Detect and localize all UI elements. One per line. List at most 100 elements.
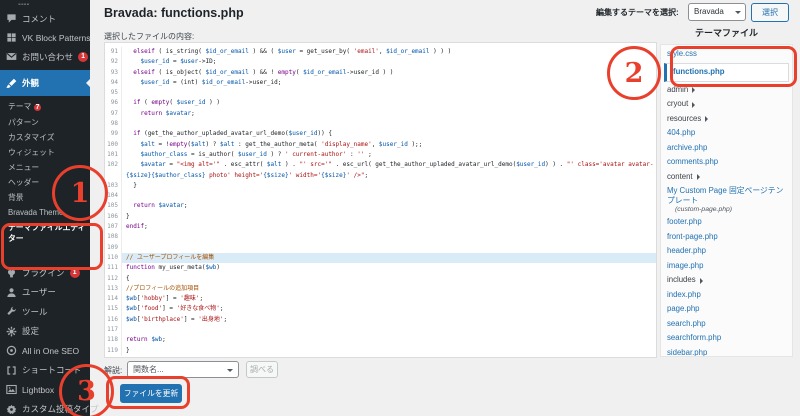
code-text: $wb['food'] = '好きな食べ物';	[122, 304, 656, 314]
submenu-item[interactable]: ウィジェット	[0, 145, 90, 160]
submenu-item[interactable]: テーマ 7	[0, 99, 90, 115]
comment-icon	[6, 13, 17, 24]
brush-icon	[6, 78, 17, 89]
clipped-menu-item: ▪▪▪▪	[18, 0, 70, 5]
code-text: return $avatar;	[122, 109, 656, 119]
plugin-icon	[6, 267, 17, 278]
code-line: 109	[105, 243, 656, 253]
documentation-dropdown[interactable]: 関数名...	[127, 361, 239, 378]
code-text: $author_class = is_author( $user_id ) ? …	[122, 150, 656, 160]
file-style.css[interactable]: style.css	[661, 47, 792, 62]
code-line: 110// ユーザープロフィールを編集	[105, 253, 656, 263]
file-front-page.php[interactable]: front-page.php	[661, 230, 792, 245]
code-line: 103 }	[105, 181, 656, 191]
code-text: elseif ( is_object( $id_or_email ) && ! …	[122, 68, 656, 78]
submenu-item[interactable]: Bravada Theme	[0, 205, 90, 220]
code-line: 106}	[105, 212, 656, 222]
sidebar-item[interactable]: VK Block Patterns	[0, 28, 90, 47]
count-badge: 1	[70, 268, 80, 278]
cpt-icon	[6, 404, 17, 415]
code-text	[122, 88, 656, 98]
sidebar-item[interactable]: プラグイン1	[0, 263, 90, 283]
theme-select-dropdown[interactable]: Bravada	[688, 3, 746, 21]
file-footer.php[interactable]: footer.php	[661, 215, 792, 230]
sidebar-item-appearance[interactable]: 外観	[0, 70, 90, 96]
code-text: if (get_the_author_upladed_avatar_url_de…	[122, 129, 656, 139]
file-My Custom Page 固定ページテンプレート[interactable]: My Custom Page 固定ページテンプレート	[661, 184, 792, 206]
page-title: Bravada: functions.php	[104, 6, 244, 20]
sidebar-item[interactable]: ショートコード	[0, 361, 90, 381]
code-text: $wb['birthplace'] = '出身地';	[122, 315, 656, 325]
code-line: 97 return $avatar;	[105, 109, 656, 119]
chevron-down-icon	[735, 11, 741, 17]
file-sidebar.php[interactable]: sidebar.php	[661, 346, 792, 358]
submenu-item[interactable]: カスタマイズ	[0, 130, 90, 145]
file-archive.php[interactable]: archive.php	[661, 141, 792, 156]
sidebar-item[interactable]: カスタム投稿タイプ	[0, 400, 90, 416]
count-badge: 7	[34, 104, 42, 111]
code-line: 94 $user_id = (int) $id_or_email->user_i…	[105, 78, 656, 88]
settings-icon	[6, 326, 17, 337]
grid-icon	[6, 32, 17, 43]
code-text: // ユーザープロフィールを編集	[122, 253, 656, 263]
line-number: 106	[105, 212, 122, 222]
file-index.php[interactable]: index.php	[661, 288, 792, 303]
count-badge: 1	[78, 52, 88, 62]
sidebar-item[interactable]: Lightbox	[0, 380, 90, 400]
file-searchform.php[interactable]: searchform.php	[661, 331, 792, 346]
line-number: 109	[105, 243, 122, 253]
sidebar-item-label: ショートコード	[22, 364, 82, 376]
sidebar-item[interactable]: All in One SEO	[0, 341, 90, 361]
sidebar-item-label: All in One SEO	[22, 346, 79, 356]
line-number: 104	[105, 191, 122, 201]
sidebar-item[interactable]: コメント	[0, 9, 90, 28]
line-number: 91	[105, 47, 122, 57]
code-line: 118return $wb;	[105, 335, 656, 345]
line-number: 103	[105, 181, 122, 191]
sidebar-item-label: ツール	[22, 306, 48, 318]
file-page.php[interactable]: page.php	[661, 302, 792, 317]
line-number: 105	[105, 201, 122, 211]
sidebar-item[interactable]: ツール	[0, 302, 90, 322]
line-number: 101	[105, 150, 122, 160]
code-text: $user_id = (int) $id_or_email->user_id;	[122, 78, 656, 88]
submenu-item[interactable]: メニュー	[0, 160, 90, 175]
folder-resources[interactable]: resources	[661, 112, 792, 127]
sidebar-item[interactable]: お問い合わせ 1	[0, 47, 90, 66]
file-404.php[interactable]: 404.php	[661, 126, 792, 141]
sidebar-item[interactable]: 設定	[0, 322, 90, 342]
sidebar-item-label: カスタム投稿タイプ	[22, 403, 99, 415]
shortcode-icon	[6, 365, 17, 376]
theme-select-button[interactable]: 選択	[751, 3, 789, 22]
sidebar-item-label: 設定	[22, 325, 39, 337]
code-line: 102 $avatar = "<img alt='" . esc_attr( $…	[105, 160, 656, 181]
folder-content[interactable]: content	[661, 170, 792, 185]
submenu-item[interactable]: ヘッダー	[0, 175, 90, 190]
folder-admin[interactable]: admin	[661, 83, 792, 98]
sidebar-item-label: ユーザー	[22, 286, 56, 298]
code-text: //プロフィールの追加項目	[122, 284, 656, 294]
folder-cryout[interactable]: cryout	[661, 97, 792, 112]
submenu-item[interactable]: テーマファイルエディター	[0, 220, 90, 246]
file-image.php[interactable]: image.php	[661, 259, 792, 274]
folder-includes[interactable]: includes	[661, 273, 792, 288]
file-search.php[interactable]: search.php	[661, 317, 792, 332]
sidebar-item-label: お問い合わせ	[22, 51, 73, 63]
code-editor[interactable]: 91 elseif ( is_string( $id_or_email ) &&…	[104, 42, 657, 358]
update-file-button[interactable]: ファイルを更新	[120, 384, 182, 403]
sidebar-item[interactable]: ユーザー	[0, 283, 90, 303]
file-comments.php[interactable]: comments.php	[661, 155, 792, 170]
file-header.php[interactable]: header.php	[661, 244, 792, 259]
submenu-item[interactable]: 背景	[0, 190, 90, 205]
code-text	[122, 191, 656, 201]
submenu-item[interactable]: パターン	[0, 115, 90, 130]
folder-arrow-icon	[692, 102, 698, 108]
code-line: 107endif;	[105, 222, 656, 232]
aioseo-icon	[6, 345, 17, 356]
code-line: 105 return $avatar;	[105, 201, 656, 211]
sidebar-item-label: VK Block Patterns	[22, 33, 91, 43]
lookup-button[interactable]: 調べる	[246, 361, 278, 378]
code-text: }	[122, 181, 656, 191]
file-functions.php-selected[interactable]: functions.php	[664, 63, 789, 82]
lightbox-icon	[6, 384, 17, 395]
